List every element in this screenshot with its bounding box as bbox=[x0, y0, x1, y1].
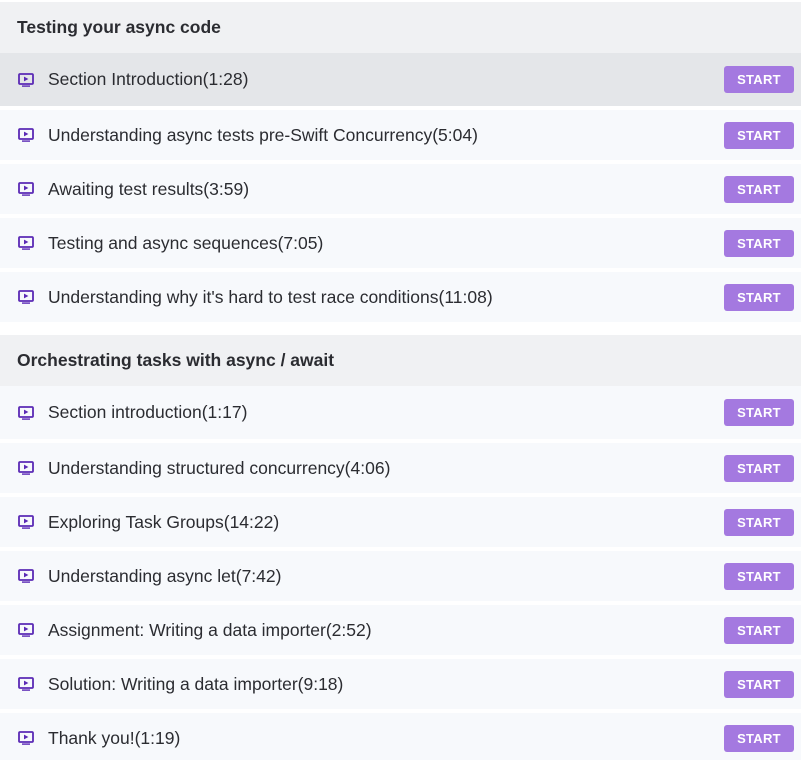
course-curriculum: Testing your async code Section Introduc… bbox=[0, 0, 801, 760]
lesson-item[interactable]: Exploring Task Groups(14:22) START bbox=[0, 497, 801, 547]
lesson-item[interactable]: Understanding structured concurrency(4:0… bbox=[0, 443, 801, 493]
start-button[interactable]: START bbox=[724, 670, 794, 698]
start-button[interactable]: START bbox=[724, 724, 794, 752]
video-play-icon bbox=[18, 405, 35, 420]
lesson-title: Section Introduction(1:28) bbox=[48, 69, 249, 89]
video-play-icon bbox=[18, 731, 35, 746]
start-button[interactable]: START bbox=[724, 399, 794, 426]
section-title: Testing your async code bbox=[0, 2, 801, 53]
lesson-item[interactable]: Understanding async tests pre-Swift Conc… bbox=[0, 110, 801, 160]
video-play-icon bbox=[18, 677, 35, 692]
lesson-item[interactable]: Section Introduction(1:28) START bbox=[0, 53, 801, 106]
lesson-item[interactable]: Assignment: Writing a data importer(2:52… bbox=[0, 605, 801, 655]
lesson-title: Section introduction(1:17) bbox=[48, 402, 248, 422]
lesson-title: Understanding async tests pre-Swift Conc… bbox=[48, 124, 478, 145]
section-testing-async-code: Testing your async code Section Introduc… bbox=[0, 2, 801, 322]
lesson-title: Understanding async let(7:42) bbox=[48, 565, 282, 586]
video-play-icon bbox=[18, 290, 35, 305]
video-play-icon bbox=[18, 182, 35, 197]
lesson-title: Solution: Writing a data importer(9:18) bbox=[48, 673, 344, 694]
start-button[interactable]: START bbox=[724, 508, 794, 536]
start-button[interactable]: START bbox=[724, 66, 794, 93]
video-play-icon bbox=[18, 515, 35, 530]
start-button[interactable]: START bbox=[724, 454, 794, 482]
lesson-title: Awaiting test results(3:59) bbox=[48, 178, 250, 199]
start-button[interactable]: START bbox=[724, 175, 794, 203]
start-button[interactable]: START bbox=[724, 283, 794, 311]
section-orchestrating-tasks: Orchestrating tasks with async / await S… bbox=[0, 335, 801, 760]
lesson-title: Thank you!(1:19) bbox=[48, 727, 181, 748]
lesson-title: Understanding structured concurrency(4:0… bbox=[48, 457, 391, 478]
video-play-icon bbox=[18, 72, 35, 87]
lesson-title: Understanding why it's hard to test race… bbox=[48, 286, 493, 307]
lesson-item[interactable]: Solution: Writing a data importer(9:18) … bbox=[0, 659, 801, 709]
video-play-icon bbox=[18, 128, 35, 143]
start-button[interactable]: START bbox=[724, 562, 794, 590]
lesson-item[interactable]: Thank you!(1:19) START bbox=[0, 713, 801, 760]
start-button[interactable]: START bbox=[724, 121, 794, 149]
lesson-title: Assignment: Writing a data importer(2:52… bbox=[48, 619, 372, 640]
lesson-item[interactable]: Section introduction(1:17) START bbox=[0, 386, 801, 439]
section-title: Orchestrating tasks with async / await bbox=[0, 335, 801, 386]
lesson-title: Testing and async sequences(7:05) bbox=[48, 232, 324, 253]
lesson-item[interactable]: Testing and async sequences(7:05) START bbox=[0, 218, 801, 268]
video-play-icon bbox=[18, 569, 35, 584]
start-button[interactable]: START bbox=[724, 229, 794, 257]
lesson-item[interactable]: Understanding why it's hard to test race… bbox=[0, 272, 801, 322]
start-button[interactable]: START bbox=[724, 616, 794, 644]
lesson-title: Exploring Task Groups(14:22) bbox=[48, 511, 280, 532]
video-play-icon bbox=[18, 236, 35, 251]
lesson-item[interactable]: Understanding async let(7:42) START bbox=[0, 551, 801, 601]
lesson-item[interactable]: Awaiting test results(3:59) START bbox=[0, 164, 801, 214]
video-play-icon bbox=[18, 461, 35, 476]
video-play-icon bbox=[18, 623, 35, 638]
